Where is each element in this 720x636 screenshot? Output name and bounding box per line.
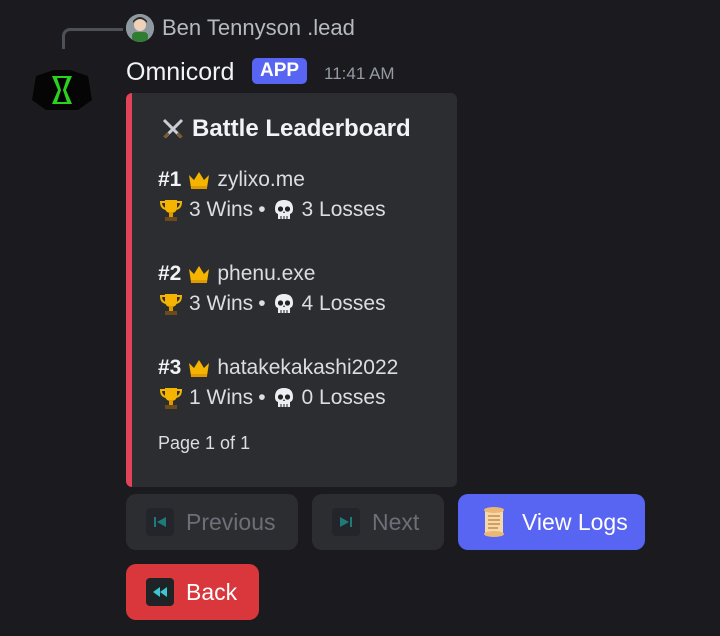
entry-losses: 4 Losses <box>301 292 386 315</box>
view-logs-button[interactable]: View Logs <box>458 494 645 550</box>
entry-rank: #3 <box>158 356 182 379</box>
embed-footer: Page 1 of 1 <box>158 433 251 453</box>
crown-icon <box>186 261 212 287</box>
next-button-label: Next <box>372 508 420 535</box>
skull-icon <box>271 291 297 317</box>
entry-losses: 3 Losses <box>301 198 386 221</box>
scroll-icon <box>478 506 510 538</box>
leaderboard-embed: Battle Leaderboard #1 zylixo.me 3 Wins •… <box>126 93 457 487</box>
entry-wins: 3 Wins <box>189 198 254 221</box>
app-badge: APP <box>252 58 308 84</box>
leaderboard-entry: #3 hatakekakashi2022 1 Wins • 0 Losses <box>158 353 398 413</box>
back-button[interactable]: Back <box>126 564 259 620</box>
previous-button[interactable]: Previous <box>126 494 298 550</box>
entry-rank: #2 <box>158 262 182 285</box>
trophy-icon <box>158 385 184 411</box>
separator: • <box>258 386 266 409</box>
rewind-icon <box>146 578 174 606</box>
view-logs-button-label: View Logs <box>522 508 628 535</box>
bot-avatar[interactable] <box>30 66 94 114</box>
crown-icon <box>186 167 212 193</box>
crossed-swords-icon <box>160 116 186 142</box>
leaderboard-entry: #1 zylixo.me 3 Wins • 3 Losses <box>158 165 386 225</box>
entry-losses: 0 Losses <box>301 386 386 409</box>
trophy-icon <box>158 291 184 317</box>
reply-username[interactable]: Ben Tennyson .lead <box>162 14 355 42</box>
message-timestamp[interactable]: 11:41 AM <box>324 62 395 86</box>
previous-button-label: Previous <box>186 508 276 535</box>
entry-rank: #1 <box>158 168 182 191</box>
skip-previous-icon <box>146 508 174 536</box>
entry-name: phenu.exe <box>217 262 316 285</box>
skull-icon <box>271 197 297 223</box>
entry-wins: 3 Wins <box>189 292 254 315</box>
entry-name: zylixo.me <box>217 168 305 191</box>
back-button-label: Back <box>186 578 238 605</box>
message-author[interactable]: Omnicord <box>126 56 234 88</box>
skip-next-icon <box>332 508 360 536</box>
separator: • <box>258 292 266 315</box>
entry-name: hatakekakashi2022 <box>217 356 399 379</box>
crown-icon <box>186 355 212 381</box>
entry-wins: 1 Wins <box>189 386 254 409</box>
skull-icon <box>271 385 297 411</box>
embed-title: Battle Leaderboard <box>160 115 411 143</box>
reply-connector <box>62 28 123 49</box>
trophy-icon <box>158 197 184 223</box>
leaderboard-entry: #2 phenu.exe 3 Wins • 4 Losses <box>158 259 386 319</box>
next-button[interactable]: Next <box>312 494 444 550</box>
separator: • <box>258 198 266 221</box>
embed-title-text: Battle Leaderboard <box>192 115 411 142</box>
reply-avatar[interactable] <box>126 14 154 42</box>
